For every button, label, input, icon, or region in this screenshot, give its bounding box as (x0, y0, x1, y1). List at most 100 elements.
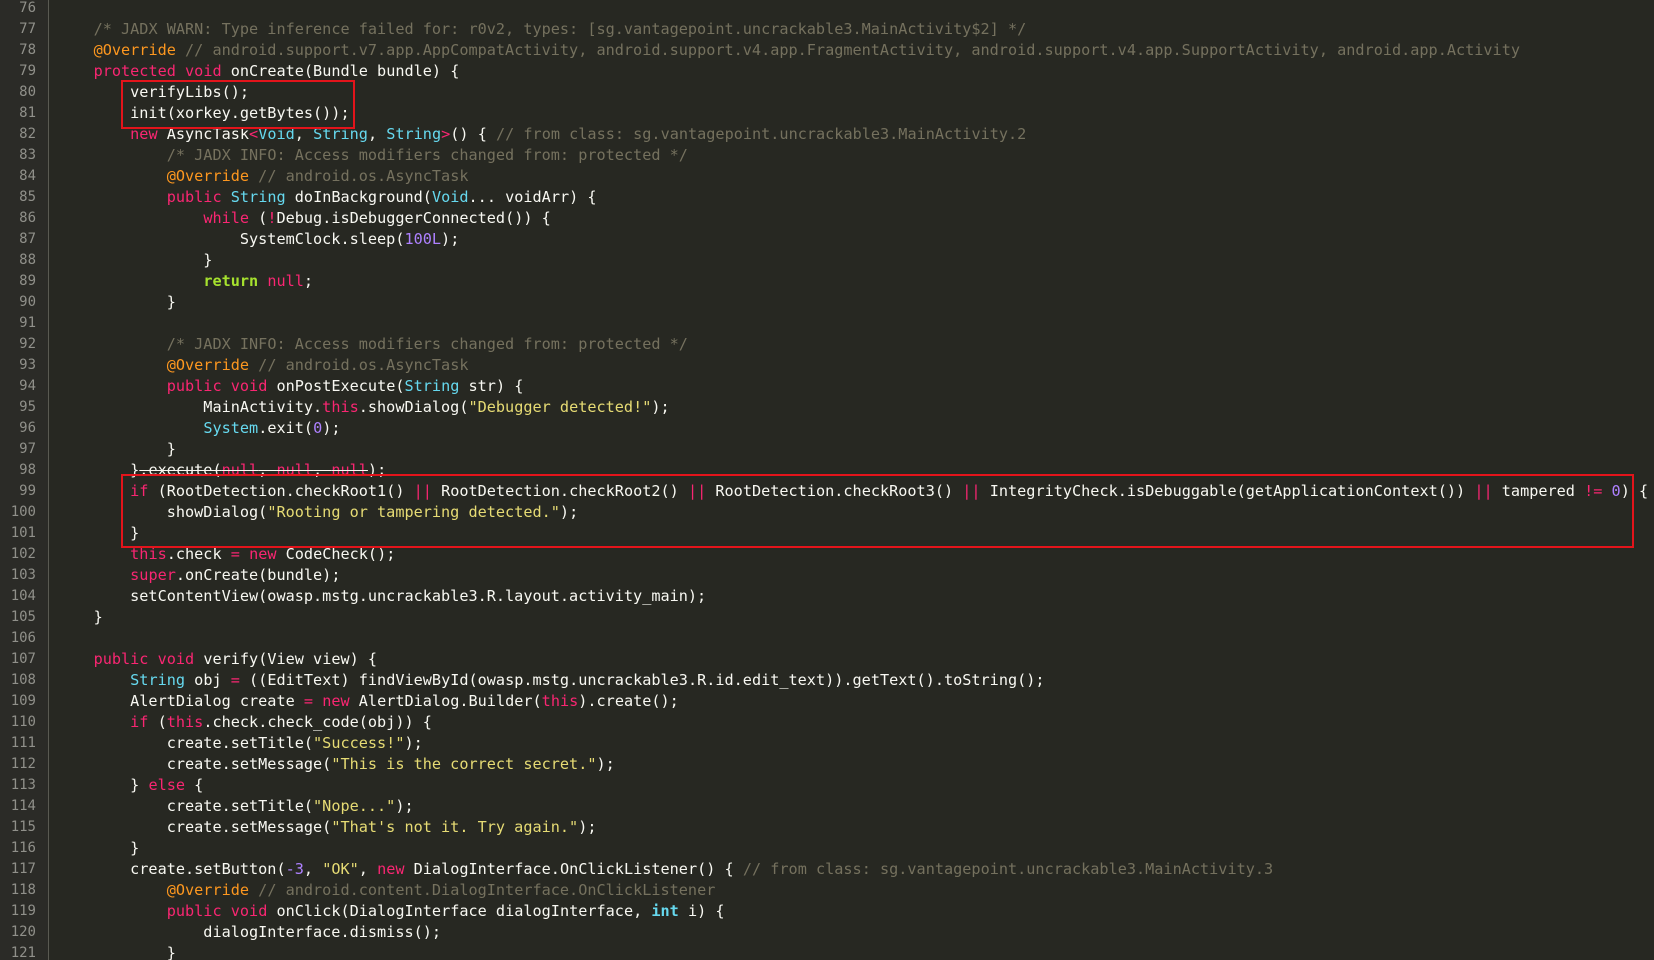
line-code: if (this.check.check_code(obj)) { (57, 712, 432, 733)
code-token: "This is the correct secret." (331, 755, 597, 773)
code-token: ) { (1620, 482, 1649, 500)
line-code: setContentView(owasp.mstg.uncrackable3.R… (57, 586, 706, 607)
line-number: 81 (19, 105, 36, 121)
code-token: } (57, 944, 176, 960)
code-token: 0 (1611, 482, 1621, 500)
code-token: new (322, 692, 350, 710)
code-token: < (249, 125, 259, 143)
line-code: public void onClick(DialogInterface dial… (57, 901, 725, 922)
line-code: } (57, 439, 176, 460)
code-token: null (276, 461, 314, 479)
line-number: 99 (19, 483, 36, 499)
line-code: if (RootDetection.checkRoot1() || RootDe… (57, 481, 1648, 502)
line-code: /* JADX INFO: Access modifiers changed f… (57, 145, 688, 166)
line-number: 85 (19, 189, 36, 205)
code-token: ); (578, 818, 597, 836)
line-code: dialogInterface.dismiss(); (57, 922, 441, 943)
line-code: @Override // android.content.DialogInter… (57, 880, 716, 901)
code-token: = (230, 671, 240, 689)
code-token: } (57, 251, 213, 269)
code-token: } (57, 524, 140, 542)
code-token: new (249, 545, 277, 563)
line-code: } (57, 838, 139, 859)
code-token: // from class: sg.vantagepoint.uncrackab… (742, 860, 1274, 878)
code-token: create.setButton( (57, 860, 286, 878)
code-token: .exit( (258, 419, 314, 437)
code-token: obj (185, 671, 231, 689)
line-number: 92 (19, 336, 36, 352)
line-number: 94 (19, 378, 36, 394)
line-code: protected void onCreate(Bundle bundle) { (57, 61, 460, 82)
code-token: "OK" (322, 860, 359, 878)
line-number: 117 (10, 861, 36, 877)
code-token: || (962, 482, 981, 500)
line-code: new AsyncTask<Void, String, String>() { … (57, 124, 1026, 145)
line-number: 93 (19, 357, 36, 373)
line-number: 106 (10, 630, 36, 646)
code-token: new (377, 860, 405, 878)
line-number: 98 (19, 462, 36, 478)
line-number: 83 (19, 147, 36, 163)
code-token: // android.os.AsyncTask (249, 167, 469, 185)
code-token: String (386, 125, 442, 143)
code-token: else (148, 776, 186, 794)
code-token: null (221, 461, 259, 479)
line-number: 114 (10, 798, 36, 814)
code-token: this (322, 398, 359, 416)
line-number: 104 (10, 588, 36, 604)
code-token: public (166, 377, 222, 395)
code-token: ); (367, 461, 387, 479)
code-token: , (258, 461, 277, 479)
code-token: @Override (93, 41, 176, 59)
code-token: } (57, 608, 103, 626)
line-number: 116 (10, 840, 36, 856)
code-token: create.setMessage( (57, 818, 332, 836)
code-token: = (230, 545, 240, 563)
line-number: 109 (10, 693, 36, 709)
code-token: ( (148, 713, 167, 731)
code-token: void (185, 62, 222, 80)
code-token: this (541, 692, 579, 710)
code-token: 0 (313, 419, 323, 437)
line-code: SystemClock.sleep(100L); (57, 229, 459, 250)
code-token: // android.os.AsyncTask (249, 356, 469, 374)
code-token: this (166, 713, 204, 731)
line-code: AlertDialog create = new AlertDialog.Bui… (57, 691, 679, 712)
line-number: 97 (19, 441, 36, 457)
line-code: public void verify(View view) { (57, 649, 377, 670)
code-token: @Override (166, 167, 250, 185)
code-token: verify(View view) { (194, 650, 378, 668)
code-token: tampered (1492, 482, 1585, 500)
line-code: create.setTitle("Success!"); (57, 733, 423, 754)
code-editor[interactable]: 76 77 /* JADX WARN: Type inference failed… (0, 0, 1654, 960)
code-token: create.setTitle( (57, 797, 314, 815)
line-code: create.setTitle("Nope..."); (57, 796, 414, 817)
code-token: new (130, 125, 158, 143)
code-token: ); (651, 398, 670, 416)
code-token: Debug.isDebuggerConnected()) { (276, 209, 551, 227)
line-code: } (57, 250, 212, 271)
line-number: 119 (10, 903, 36, 919)
code-token: != (1584, 482, 1603, 500)
code-token: RootDetection.checkRoot2() (431, 482, 688, 500)
line-number: 77 (19, 21, 36, 37)
line-number: 112 (10, 756, 36, 772)
code-token: .check.check_code(obj)) { (203, 713, 432, 731)
line-number: 120 (10, 924, 36, 940)
code-token: create.setMessage( (57, 755, 332, 773)
code-token: public (93, 650, 149, 668)
line-code: } (57, 943, 176, 960)
code-token: void (230, 902, 268, 920)
line-number: 102 (10, 546, 36, 562)
code-token: i) { (678, 902, 725, 920)
line-code: MainActivity.this.showDialog("Debugger d… (57, 397, 670, 418)
